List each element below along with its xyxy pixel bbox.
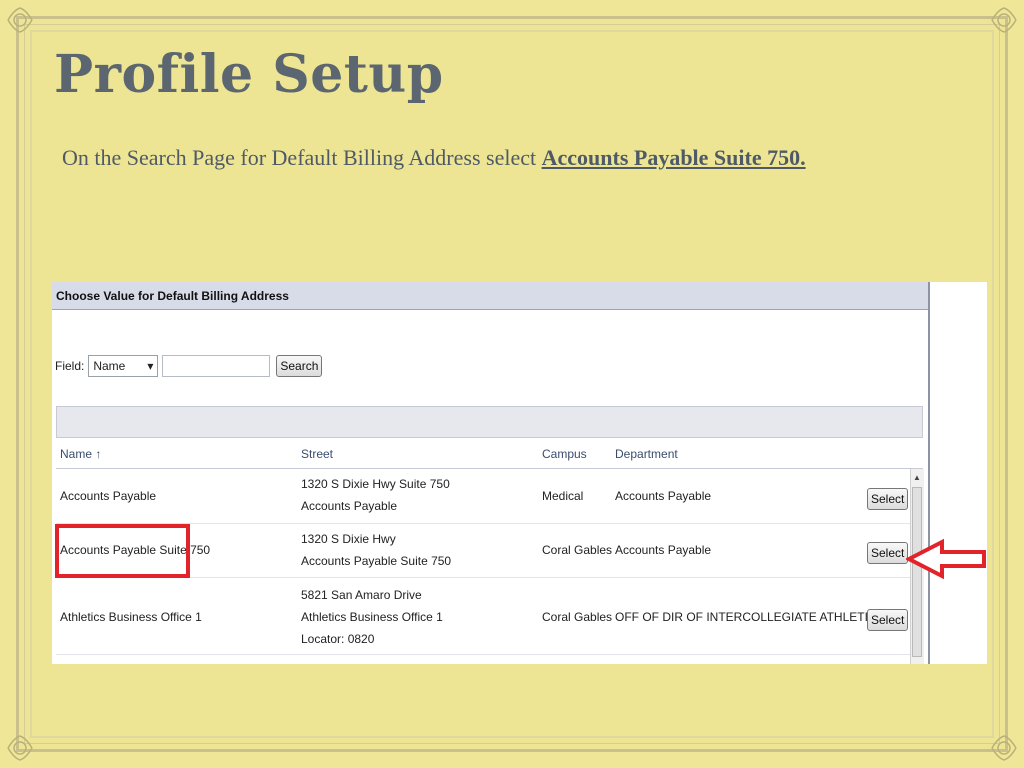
instruction-text: On the Search Page for Default Billing A… bbox=[62, 146, 912, 170]
row-campus: Medical bbox=[542, 489, 584, 503]
corner-ornament-icon bbox=[990, 734, 1018, 762]
row-street-line: 5821 San Amaro Drive bbox=[301, 588, 422, 602]
panel-divider bbox=[928, 282, 930, 664]
row-campus: Coral Gables bbox=[542, 543, 613, 557]
search-input[interactable] bbox=[162, 355, 271, 377]
column-header-name[interactable]: Name ↑ bbox=[60, 447, 101, 461]
column-header-department[interactable]: Department bbox=[615, 447, 678, 461]
select-button[interactable]: Select bbox=[867, 609, 909, 631]
row-name: Athletics Business Office 1 bbox=[60, 610, 202, 624]
row-street-line: 1320 S Dixie Hwy Suite 750 bbox=[301, 477, 450, 491]
column-header-campus[interactable]: Campus bbox=[542, 447, 587, 461]
row-department: OFF OF DIR OF INTERCOLLEGIATE ATHLETICS bbox=[615, 610, 885, 624]
field-select[interactable]: Name ▾ bbox=[88, 355, 159, 377]
panel-header: Choose Value for Default Billing Address bbox=[52, 282, 928, 310]
highlight-box bbox=[55, 524, 190, 578]
red-arrow-icon bbox=[904, 538, 988, 580]
select-button[interactable]: Select bbox=[867, 488, 909, 510]
embedded-screenshot: Choose Value for Default Billing Address… bbox=[52, 282, 987, 664]
column-label: Name bbox=[60, 447, 93, 461]
sort-arrow-icon: ↑ bbox=[95, 447, 102, 461]
row-street-line: 1320 S Dixie Hwy bbox=[301, 532, 396, 546]
row-department: Accounts Payable bbox=[615, 543, 712, 557]
row-campus: Coral Gables bbox=[542, 610, 613, 624]
corner-ornament-icon bbox=[6, 6, 34, 34]
row-street-line: Locator: 0820 bbox=[301, 632, 375, 646]
corner-ornament-icon bbox=[6, 734, 34, 762]
field-label: Field: bbox=[55, 359, 85, 373]
select-button[interactable]: Select bbox=[867, 542, 909, 564]
slide-title: Profile Setup bbox=[54, 44, 444, 105]
table-row: Accounts Payable 1320 S Dixie Hwy Suite … bbox=[56, 469, 910, 524]
scroll-up-icon[interactable]: ▲ bbox=[913, 473, 921, 482]
row-street-line: Accounts Payable bbox=[301, 499, 398, 513]
corner-ornament-icon bbox=[990, 6, 1018, 34]
table-row: Athletics Business Office 1 5821 San Ama… bbox=[56, 578, 910, 655]
row-street-line: Accounts Payable Suite 750 bbox=[301, 554, 452, 568]
dropdown-caret-icon: ▾ bbox=[147, 359, 154, 373]
field-row: Field: Name ▾ Search bbox=[55, 354, 323, 378]
field-select-value: Name bbox=[93, 359, 126, 373]
grid-toolbar bbox=[56, 406, 923, 438]
row-department: Accounts Payable bbox=[615, 489, 712, 503]
grid-header: Name ↑ Street Campus Department bbox=[56, 439, 923, 469]
search-button[interactable]: Search bbox=[276, 355, 323, 377]
instruction-emphasis: Accounts Payable Suite 750. bbox=[541, 145, 806, 170]
column-header-street[interactable]: Street bbox=[301, 447, 333, 461]
instruction-prefix: On the Search Page for Default Billing A… bbox=[62, 145, 542, 170]
row-name: Accounts Payable bbox=[60, 489, 157, 503]
row-street-line: Athletics Business Office 1 bbox=[301, 610, 443, 624]
